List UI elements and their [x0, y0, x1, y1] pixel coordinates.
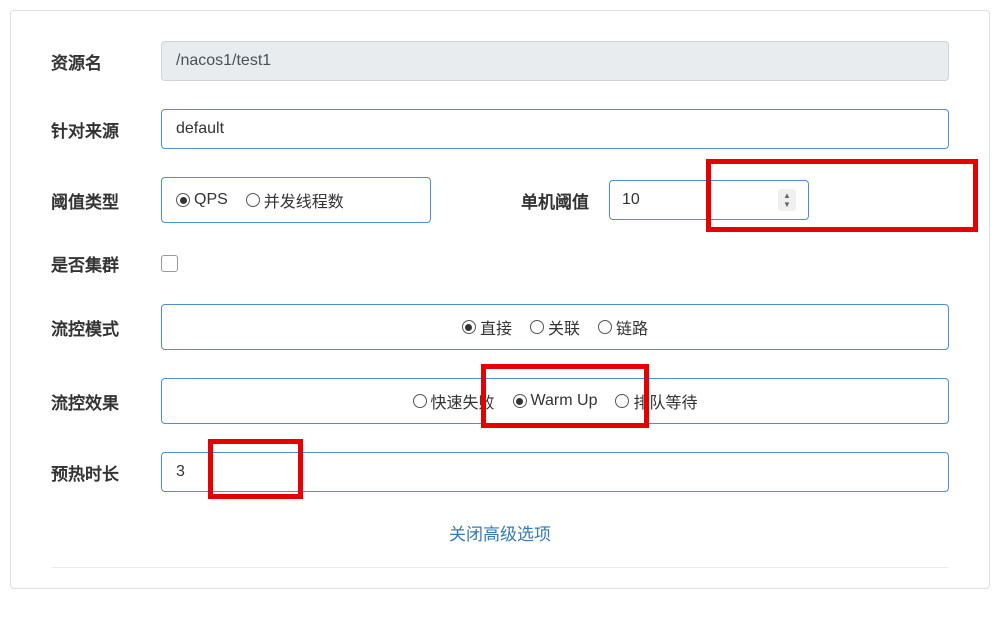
- radio-label-relate: 关联: [548, 315, 580, 339]
- control-threshold: QPS 并发线程数 单机阈值 10 ▲ ▼: [161, 177, 949, 223]
- radio-qps[interactable]: QPS: [176, 191, 228, 209]
- radio-threads[interactable]: 并发线程数: [246, 188, 344, 212]
- row-warmup-duration: 预热时长: [51, 452, 949, 492]
- radio-icon: [530, 320, 544, 334]
- radio-mode-direct[interactable]: 直接: [462, 315, 512, 339]
- radio-effect-failfast[interactable]: 快速失败: [413, 389, 495, 413]
- radio-group-flow-mode: 直接 关联 链路: [161, 304, 949, 350]
- row-flow-mode: 流控模式 直接 关联 链路: [51, 304, 949, 350]
- radio-effect-warmup[interactable]: Warm Up: [513, 392, 598, 410]
- control-flow-mode: 直接 关联 链路: [161, 304, 949, 350]
- row-source: 针对来源: [51, 109, 949, 149]
- control-resource-name: /nacos1/test1: [161, 41, 949, 81]
- radio-group-flow-effect: 快速失败 Warm Up 排队等待: [161, 378, 949, 424]
- label-flow-mode: 流控模式: [51, 315, 161, 340]
- radio-mode-relate[interactable]: 关联: [530, 315, 580, 339]
- radio-group-threshold-type: QPS 并发线程数: [161, 177, 431, 223]
- control-source: [161, 109, 949, 149]
- control-warmup-duration: [161, 452, 949, 492]
- radio-label-threads: 并发线程数: [264, 188, 344, 212]
- radio-icon: [246, 193, 260, 207]
- row-resource-name: 资源名 /nacos1/test1: [51, 41, 949, 81]
- label-resource-name: 资源名: [51, 49, 161, 74]
- radio-icon: [413, 394, 427, 408]
- label-warmup-duration: 预热时长: [51, 460, 161, 485]
- advanced-link-row: 关闭高级选项: [51, 520, 949, 545]
- radio-icon: [513, 394, 527, 408]
- chevron-up-icon: ▲: [783, 192, 791, 200]
- checkbox-cluster[interactable]: [161, 255, 178, 272]
- radio-label-warmup: Warm Up: [531, 392, 598, 410]
- spinner-icon[interactable]: ▲ ▼: [778, 189, 796, 211]
- input-source[interactable]: [161, 109, 949, 149]
- value-single-threshold: 10: [622, 191, 640, 209]
- radio-label-qps: QPS: [194, 191, 228, 209]
- radio-icon: [615, 394, 629, 408]
- radio-mode-chain[interactable]: 链路: [598, 315, 648, 339]
- row-cluster: 是否集群: [51, 251, 949, 276]
- label-flow-effect: 流控效果: [51, 389, 161, 414]
- radio-label-queue: 排队等待: [633, 389, 697, 413]
- radio-icon: [176, 193, 190, 207]
- divider: [51, 567, 949, 568]
- radio-label-failfast: 快速失败: [431, 389, 495, 413]
- radio-effect-queue[interactable]: 排队等待: [615, 389, 697, 413]
- close-advanced-link[interactable]: 关闭高级选项: [449, 525, 551, 544]
- chevron-down-icon: ▼: [783, 201, 791, 209]
- input-resource-name: /nacos1/test1: [161, 41, 949, 81]
- radio-label-direct: 直接: [480, 315, 512, 339]
- row-threshold: 阈值类型 QPS 并发线程数 单机阈值 10 ▲ ▼: [51, 177, 949, 223]
- row-flow-effect: 流控效果 快速失败 Warm Up 排队等待: [51, 378, 949, 424]
- control-flow-effect: 快速失败 Warm Up 排队等待: [161, 378, 949, 424]
- input-single-threshold[interactable]: 10 ▲ ▼: [609, 180, 809, 220]
- label-threshold-type: 阈值类型: [51, 188, 161, 213]
- radio-icon: [598, 320, 612, 334]
- radio-label-chain: 链路: [616, 315, 648, 339]
- label-single-threshold: 单机阈值: [521, 188, 589, 213]
- flow-control-form: 资源名 /nacos1/test1 针对来源 阈值类型 QPS 并发线程数: [10, 10, 990, 589]
- label-cluster: 是否集群: [51, 251, 161, 276]
- radio-icon: [462, 320, 476, 334]
- control-cluster: [161, 255, 949, 272]
- label-source: 针对来源: [51, 117, 161, 142]
- input-warmup-duration[interactable]: [161, 452, 949, 492]
